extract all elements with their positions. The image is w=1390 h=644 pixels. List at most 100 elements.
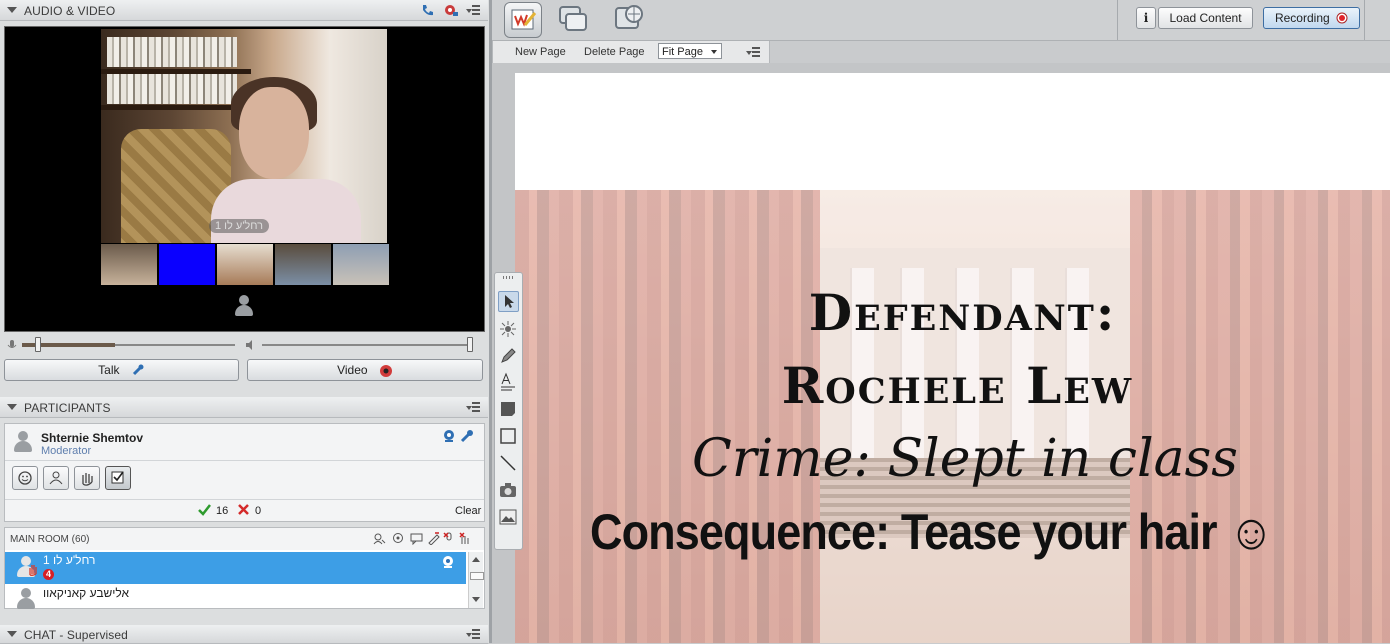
mic-status-icon bbox=[460, 430, 473, 443]
toolbox-drag-handle[interactable] bbox=[503, 276, 514, 279]
moderator-role: Moderator bbox=[41, 445, 92, 457]
microphone-talk-icon bbox=[132, 364, 144, 375]
raised-hand-icon bbox=[29, 565, 37, 576]
x-mark-icon bbox=[238, 504, 249, 515]
room-header: MAIN ROOM (60) bbox=[5, 528, 484, 550]
video-area: רחל'ע לו 1 bbox=[4, 26, 485, 332]
checkbox-icon bbox=[111, 471, 124, 484]
pointer-icon bbox=[505, 295, 514, 308]
page-toolbar: New Page Delete Page Fit Page bbox=[492, 41, 770, 64]
filled-shape-tool[interactable] bbox=[498, 399, 518, 419]
slide-consequence-text: Consequence: Tease your hair ☺ bbox=[590, 504, 1274, 560]
slide-heading-name: Rochele Lew bbox=[781, 356, 1134, 415]
edit-user-icon[interactable] bbox=[373, 532, 386, 545]
web-tour-button[interactable] bbox=[612, 2, 648, 36]
participant-scrollbar[interactable] bbox=[468, 552, 484, 608]
mic-volume-handle[interactable] bbox=[35, 337, 41, 352]
laser-icon bbox=[500, 321, 516, 337]
chat-permission-icon[interactable] bbox=[410, 532, 423, 545]
emoticon-button[interactable] bbox=[12, 466, 38, 490]
scroll-thumb[interactable] bbox=[470, 572, 484, 580]
line-tool[interactable] bbox=[498, 453, 518, 473]
collapse-triangle-icon[interactable] bbox=[7, 404, 17, 410]
collapse-triangle-icon[interactable] bbox=[7, 7, 17, 13]
main-room-list: MAIN ROOM (60) רחל'ע לו 1 4 אלישבע קאניק… bbox=[4, 527, 485, 609]
camera-icon bbox=[500, 483, 516, 497]
video-button[interactable]: Video bbox=[247, 359, 483, 381]
select-tool[interactable] bbox=[498, 291, 519, 312]
recording-button[interactable]: Recording bbox=[1263, 7, 1360, 29]
scroll-down-icon[interactable] bbox=[472, 597, 480, 602]
video-thumbnail[interactable] bbox=[159, 244, 215, 285]
talk-button[interactable]: Talk bbox=[4, 359, 239, 381]
participant-face bbox=[239, 87, 309, 179]
speaker-icon bbox=[246, 340, 252, 350]
microphone-icon bbox=[7, 340, 17, 348]
insert-image-tool[interactable] bbox=[498, 507, 518, 527]
participant-row-selected[interactable]: רחל'ע לו 1 4 bbox=[5, 552, 466, 584]
text-tool[interactable] bbox=[498, 372, 518, 392]
step-away-button[interactable] bbox=[43, 466, 69, 490]
draw-permission-icon[interactable] bbox=[427, 532, 440, 545]
hand-icon bbox=[82, 473, 93, 486]
no-count: 0 bbox=[255, 505, 262, 517]
video-thumbnail[interactable] bbox=[217, 244, 273, 285]
app-share-icon bbox=[559, 6, 587, 31]
webcam-icon bbox=[379, 364, 392, 377]
hand-permission-icon[interactable] bbox=[458, 532, 471, 545]
scroll-up-icon[interactable] bbox=[472, 557, 480, 562]
moderator-name: Shternie Shemtov bbox=[41, 431, 144, 445]
panel-menu-icon[interactable] bbox=[466, 5, 480, 15]
mic-permission-icon[interactable] bbox=[443, 532, 456, 545]
video-thumbnail[interactable] bbox=[333, 244, 389, 285]
main-video-feed[interactable]: רחל'ע לו 1 bbox=[101, 29, 387, 243]
top-toolbar: i Load Content Recording bbox=[492, 0, 1390, 41]
left-column: AUDIO & VIDEO רחל'ע לו 1 Talk Video PART… bbox=[0, 0, 490, 644]
notification-badge: 4 bbox=[43, 569, 54, 580]
participant-row[interactable]: אלישבע קאניקאוו bbox=[5, 585, 466, 609]
clear-link[interactable]: Clear bbox=[455, 505, 481, 517]
collapse-triangle-icon[interactable] bbox=[7, 631, 17, 637]
phone-settings-icon[interactable] bbox=[420, 3, 434, 17]
video-thumbnail[interactable] bbox=[101, 244, 157, 285]
moderator-box: Shternie Shemtov Moderator 16 0 Clear bbox=[4, 423, 485, 522]
webcam-status-icon bbox=[443, 556, 453, 568]
video-thumbnail[interactable] bbox=[275, 244, 331, 285]
panel-menu-icon[interactable] bbox=[466, 402, 480, 412]
page-menu-icon[interactable] bbox=[746, 47, 760, 57]
poll-button[interactable] bbox=[105, 466, 131, 490]
zoom-select[interactable]: Fit Page bbox=[658, 43, 722, 59]
speaker-volume-handle[interactable] bbox=[467, 337, 473, 352]
webcam-all-icon[interactable] bbox=[392, 532, 405, 545]
participant-name: אלישבע קאניקאוו bbox=[43, 586, 130, 600]
image-icon bbox=[499, 509, 517, 525]
yes-count: 16 bbox=[216, 505, 229, 517]
text-icon bbox=[501, 372, 515, 391]
delete-page-button[interactable]: Delete Page bbox=[584, 46, 645, 58]
webcam-status-icon bbox=[444, 430, 454, 442]
load-content-button[interactable]: Load Content bbox=[1158, 7, 1253, 29]
slide-canvas[interactable]: Defendant: Rochele Lew Crime: Slept in c… bbox=[515, 73, 1390, 643]
pencil-icon bbox=[501, 348, 516, 363]
laser-pointer-tool[interactable] bbox=[498, 319, 518, 339]
info-icon: i bbox=[1143, 11, 1149, 25]
whiteboard-mode-button[interactable] bbox=[504, 2, 542, 38]
new-page-button[interactable]: New Page bbox=[515, 46, 566, 58]
audio-video-panel-header[interactable]: AUDIO & VIDEO bbox=[0, 0, 488, 21]
panel-menu-icon[interactable] bbox=[466, 629, 480, 639]
raise-hand-button[interactable] bbox=[74, 466, 100, 490]
room-label: MAIN ROOM (60) bbox=[10, 534, 90, 545]
screenshot-tool[interactable] bbox=[498, 480, 518, 500]
drawing-toolbox bbox=[494, 272, 523, 550]
checkmark-icon bbox=[198, 504, 211, 516]
speaker-volume-slider[interactable] bbox=[262, 344, 472, 346]
application-share-button[interactable] bbox=[555, 2, 591, 36]
slide-heading-defendant: Defendant: bbox=[808, 283, 1117, 342]
whiteboard-icon bbox=[511, 9, 537, 30]
rectangle-tool[interactable] bbox=[498, 426, 518, 446]
camera-settings-icon[interactable] bbox=[444, 3, 458, 17]
pencil-tool[interactable] bbox=[498, 346, 518, 366]
participants-panel-header[interactable]: PARTICIPANTS bbox=[0, 397, 488, 418]
info-button[interactable]: i bbox=[1136, 7, 1156, 29]
chat-panel-header[interactable]: CHAT - Supervised bbox=[0, 625, 488, 644]
